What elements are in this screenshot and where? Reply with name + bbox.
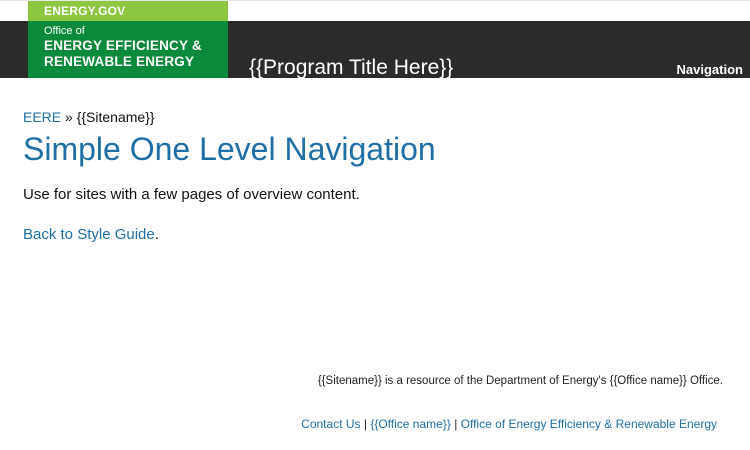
footer-contact-us-link[interactable]: Contact Us	[301, 417, 360, 431]
back-to-style-guide-link[interactable]: Back to Style Guide	[23, 226, 155, 243]
footer-resource-text: {{Sitename}} is a resource of the Depart…	[317, 375, 723, 387]
back-paragraph: Back to Style Guide.	[23, 225, 159, 245]
footer-eere-link[interactable]: Office of Energy Efficiency & Renewable …	[461, 417, 717, 431]
eere-logo[interactable]: ENERGY.GOV Office of ENERGY EFFICIENCY &…	[28, 1, 228, 78]
footer-office-name-link[interactable]: {{Office name}}	[370, 417, 451, 431]
logo-line-2: RENEWABLE ENERGY	[44, 54, 195, 69]
logo-office-of: Office of	[44, 25, 85, 37]
footer-links: Contact Us | {{Office name}} | Office of…	[301, 417, 717, 432]
navigation-menu-button[interactable]: Navigation	[677, 62, 743, 78]
logo-line-1: ENERGY EFFICIENCY &	[44, 38, 202, 53]
page-title: Simple One Level Navigation	[23, 131, 436, 167]
program-title[interactable]: {{Program Title Here}}	[249, 54, 453, 82]
breadcrumb: EERE » {{Sitename}}	[23, 108, 155, 126]
breadcrumb-home-link[interactable]: EERE	[23, 109, 61, 125]
back-suffix: .	[154, 226, 159, 243]
breadcrumb-separator: »	[65, 109, 77, 125]
page: {{Program Title Here}} Navigation ENERGY…	[0, 0, 750, 450]
office-logo[interactable]: Office of ENERGY EFFICIENCY & RENEWABLE …	[28, 21, 228, 78]
breadcrumb-current: {{Sitename}}	[76, 109, 155, 125]
intro-text: Use for sites with a few pages of overvi…	[23, 186, 360, 203]
energy-gov-logo-text[interactable]: ENERGY.GOV	[28, 1, 228, 21]
